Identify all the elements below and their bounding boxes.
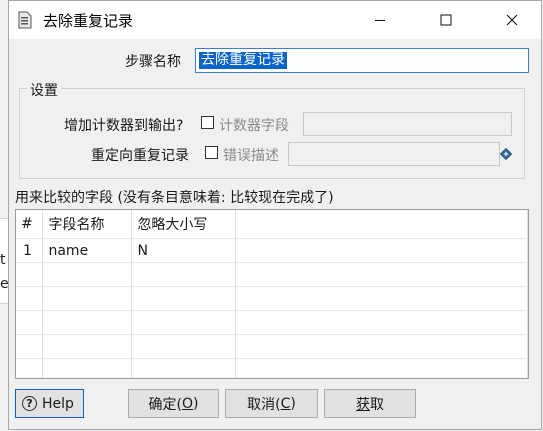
step-name-input[interactable]: 去除重复记录 bbox=[195, 48, 529, 73]
cancel-button[interactable]: 取消(C) bbox=[225, 389, 318, 418]
ok-mnemonic: O bbox=[181, 395, 194, 412]
title-bar[interactable]: 去除重复记录 bbox=[9, 1, 541, 39]
settings-legend: 设置 bbox=[27, 80, 61, 100]
help-label: Help bbox=[42, 395, 74, 412]
table-row[interactable]: 1 name N bbox=[16, 238, 528, 263]
get-mnemonic: 获 bbox=[356, 396, 370, 413]
counter-field-input[interactable] bbox=[303, 112, 512, 136]
table-header-row: # 字段名称 忽略大小写 bbox=[16, 210, 528, 239]
help-icon: ? bbox=[22, 396, 37, 411]
ok-button[interactable]: 确定(O) bbox=[128, 389, 219, 418]
cancel-label-end: ) bbox=[290, 395, 296, 412]
step-name-label: 步骤名称 bbox=[125, 54, 181, 70]
fields-table[interactable]: # 字段名称 忽略大小写 1 name N bbox=[15, 209, 529, 379]
close-button[interactable] bbox=[489, 1, 535, 39]
table-row[interactable] bbox=[16, 334, 528, 359]
get-label: 取 bbox=[370, 396, 384, 413]
column-header-empty bbox=[235, 210, 528, 239]
close-icon bbox=[506, 14, 518, 26]
add-counter-checkbox[interactable] bbox=[201, 116, 214, 129]
row-number[interactable]: 1 bbox=[16, 238, 44, 263]
add-counter-label: 增加计数器到输出? bbox=[64, 118, 184, 134]
error-desc-input[interactable] bbox=[288, 142, 500, 166]
column-header-num[interactable]: # bbox=[16, 210, 44, 239]
column-header-field-name[interactable]: 字段名称 bbox=[42, 210, 133, 239]
maximize-icon bbox=[440, 14, 452, 26]
error-desc-label: 错误描述 bbox=[223, 148, 279, 164]
cancel-label: 取消( bbox=[247, 396, 281, 413]
ok-label: 确定( bbox=[148, 396, 182, 413]
fields-caption: 用来比较的字段 (没有条目意味着: 比较现在完成了) bbox=[15, 190, 334, 206]
redirect-duplicates-checkbox[interactable] bbox=[205, 146, 218, 159]
ok-label-end: ) bbox=[193, 395, 199, 412]
step-name-value: 去除重复记录 bbox=[199, 52, 287, 69]
help-button[interactable]: ? Help bbox=[15, 389, 84, 418]
redirect-duplicates-label: 重定向重复记录 bbox=[91, 148, 189, 164]
document-icon bbox=[18, 11, 32, 29]
window-title: 去除重复记录 bbox=[43, 12, 134, 30]
get-fields-button[interactable]: 获取 bbox=[324, 389, 416, 418]
table-row[interactable] bbox=[16, 358, 528, 378]
cell-ignore-case[interactable]: N bbox=[131, 238, 237, 263]
table-row[interactable] bbox=[16, 262, 528, 287]
minimize-icon bbox=[375, 20, 385, 21]
dialog-window: 去除重复记录 步骤名称 去除重复记录 设置 增加计数器到输出? 计数器字段 重定… bbox=[8, 0, 542, 430]
counter-field-label: 计数器字段 bbox=[219, 118, 289, 134]
cancel-mnemonic: C bbox=[280, 395, 291, 412]
variable-diamond-icon[interactable] bbox=[500, 148, 512, 160]
table-row[interactable] bbox=[16, 286, 528, 311]
column-header-ignore-case[interactable]: 忽略大小写 bbox=[131, 210, 237, 239]
background-text: t bbox=[0, 252, 6, 268]
cell-empty bbox=[235, 238, 528, 263]
maximize-button[interactable] bbox=[423, 1, 469, 39]
cell-field-name[interactable]: name bbox=[42, 238, 133, 263]
table-row[interactable] bbox=[16, 310, 528, 335]
minimize-button[interactable] bbox=[357, 1, 403, 39]
